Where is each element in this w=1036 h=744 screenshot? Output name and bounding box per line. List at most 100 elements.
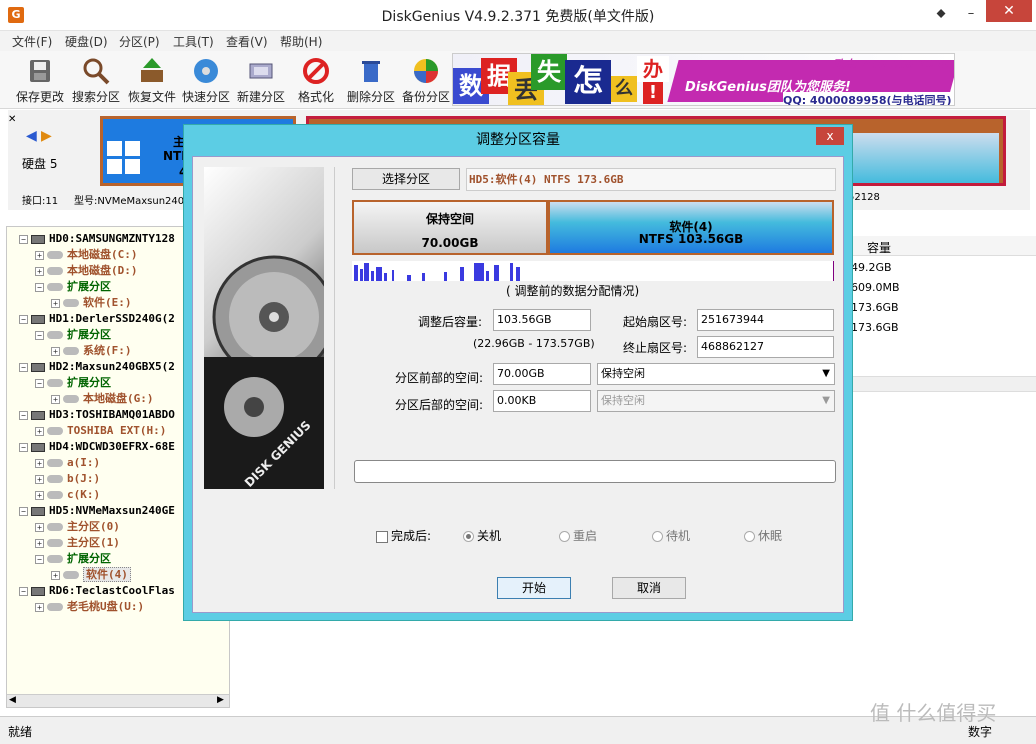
tree-partition-node[interactable]: + b(J:) <box>35 471 100 487</box>
expand-toggle-icon[interactable]: + <box>35 490 44 500</box>
tree-disk-node[interactable]: − HD4:WDCWD30EFRX-68E <box>19 439 175 455</box>
capacity-header[interactable]: 容量 <box>867 239 891 256</box>
tree-partition-node[interactable]: + 软件(4) <box>51 567 131 583</box>
expand-toggle-icon[interactable]: − <box>35 554 44 564</box>
end-sector-input[interactable]: 468862127 <box>697 336 834 358</box>
cancel-button[interactable]: 取消 <box>612 577 686 599</box>
backup-partition-button[interactable]: 备份分区 <box>398 54 454 108</box>
tree-partition-node[interactable]: + 老毛桃U盘(U:) <box>35 599 144 615</box>
tree-partition-node[interactable]: + TOSHIBA EXT(H:) <box>35 423 166 439</box>
scroll-right-icon[interactable]: ▶ <box>217 695 224 705</box>
recover-files-button[interactable]: 恢复文件 <box>124 54 180 108</box>
expand-toggle-icon[interactable]: − <box>19 234 28 244</box>
tree-partition-node[interactable]: − 扩展分区 <box>35 279 111 295</box>
software-partition-segment[interactable]: 软件(4) NTFS 103.56GB <box>548 200 834 255</box>
menu-tools[interactable]: 工具(T) <box>173 33 214 50</box>
expand-toggle-icon[interactable]: − <box>19 506 28 516</box>
tree-disk-node[interactable]: − HD0:SAMSUNGMZNTY128 <box>19 231 175 247</box>
start-sector-input[interactable]: 251673944 <box>697 309 834 331</box>
prev-disk-icon[interactable]: ◀ <box>26 128 37 144</box>
expand-toggle-icon[interactable]: − <box>19 314 28 324</box>
pin-icon[interactable]: ⬥ <box>928 4 954 24</box>
tree-disk-node[interactable]: − HD5:NVMeMaxsun240GE <box>19 503 175 519</box>
tree-partition-node[interactable]: + 本地磁盘(D:) <box>35 263 138 279</box>
tree-node-label: 扩展分区 <box>67 376 111 389</box>
tree-disk-node[interactable]: − HD1:DerlerSSD240G(2 <box>19 311 175 327</box>
delete-partition-button[interactable]: 删除分区 <box>343 54 399 108</box>
expand-toggle-icon[interactable]: + <box>35 426 44 436</box>
expand-toggle-icon[interactable]: − <box>35 330 44 340</box>
space-after-input[interactable]: 0.00KB <box>493 390 591 412</box>
tree-disk-node[interactable]: − RD6:TeclastCoolFlas <box>19 583 175 599</box>
next-disk-icon[interactable]: ▶ <box>41 128 52 144</box>
radio-restart[interactable]: 重启 <box>559 527 597 544</box>
expand-toggle-icon[interactable]: + <box>35 458 44 468</box>
space-after-select[interactable]: 保持空闲 ▼ <box>597 390 835 412</box>
space-before-input[interactable]: 70.00GB <box>493 363 591 385</box>
tree-partition-node[interactable]: − 扩展分区 <box>35 551 111 567</box>
tree-partition-node[interactable]: + a(I:) <box>35 455 100 471</box>
menu-help[interactable]: 帮助(H) <box>280 33 322 50</box>
tree-partition-node[interactable]: − 扩展分区 <box>35 327 111 343</box>
tree-hscrollbar[interactable]: ◀ ▶ <box>7 694 229 707</box>
expand-toggle-icon[interactable]: + <box>35 266 44 276</box>
expand-toggle-icon[interactable]: + <box>35 538 44 548</box>
expand-toggle-icon[interactable]: + <box>51 570 60 580</box>
menu-disk[interactable]: 硬盘(D) <box>65 33 108 50</box>
radio-hibernate[interactable]: 休眠 <box>744 527 782 544</box>
menu-file[interactable]: 文件(F) <box>12 33 52 50</box>
expand-toggle-icon[interactable]: + <box>35 522 44 532</box>
expand-toggle-icon[interactable]: + <box>51 298 60 308</box>
tree-partition-node[interactable]: + 系统(F:) <box>51 343 132 359</box>
expand-toggle-icon[interactable]: + <box>35 474 44 484</box>
radio-standby[interactable]: 待机 <box>652 527 690 544</box>
tree-partition-node[interactable]: + 软件(E:) <box>51 295 132 311</box>
tree-disk-node[interactable]: − HD2:Maxsun240GBX5(2 <box>19 359 175 375</box>
expand-toggle-icon[interactable]: + <box>35 250 44 260</box>
after-done-option[interactable]: 完成后: <box>376 527 431 544</box>
new-size-input[interactable]: 103.56GB <box>493 309 591 331</box>
expand-toggle-icon[interactable]: − <box>19 362 28 372</box>
collapse-icon[interactable]: ✕ <box>8 114 16 125</box>
select-partition-button[interactable]: 选择分区 <box>352 168 460 190</box>
banner-phone: 致电: 400-008-9958 <box>833 58 949 71</box>
radio-shutdown[interactable]: 关机 <box>463 527 501 544</box>
windows-logo-icon <box>107 141 140 174</box>
menu-view[interactable]: 查看(V) <box>226 33 268 50</box>
dialog-close-button[interactable]: x <box>816 127 844 145</box>
space-before-label: 分区前部的空间: <box>395 371 484 385</box>
search-partition-button[interactable]: 搜索分区 <box>68 54 124 108</box>
expand-toggle-icon[interactable]: − <box>19 442 28 452</box>
scroll-left-icon[interactable]: ◀ <box>9 695 16 705</box>
free-space-segment[interactable]: 保持空间 70.00GB <box>352 200 548 255</box>
tree-partition-node[interactable]: + 主分区(0) <box>35 519 120 535</box>
space-before-select[interactable]: 保持空闲 ▼ <box>597 363 835 385</box>
close-button[interactable]: ✕ <box>986 0 1032 22</box>
tree-partition-node[interactable]: + 本地磁盘(C:) <box>35 247 138 263</box>
format-button[interactable]: 格式化 <box>288 54 344 108</box>
expand-toggle-icon[interactable]: + <box>35 602 44 612</box>
expand-toggle-icon[interactable]: − <box>35 282 44 292</box>
tree-partition-node[interactable]: + 本地磁盘(G:) <box>51 391 154 407</box>
tree-partition-node[interactable]: + 主分区(1) <box>35 535 120 551</box>
after-done-checkbox[interactable] <box>376 530 388 543</box>
expand-toggle-icon[interactable]: − <box>19 410 28 420</box>
tree-disk-node[interactable]: − HD3:TOSHIBAMQ01ABDO <box>19 407 175 423</box>
after-done-label: 完成后: <box>391 529 432 543</box>
expand-toggle-icon[interactable]: + <box>51 394 60 404</box>
start-button[interactable]: 开始 <box>497 577 571 599</box>
tree-partition-node[interactable]: + c(K:) <box>35 487 100 503</box>
partition-info-field: HD5:软件(4) NTFS 173.6GB <box>466 168 836 191</box>
radio-hibernate-label: 休眠 <box>758 529 783 543</box>
expand-toggle-icon[interactable]: + <box>51 346 60 356</box>
minimize-button[interactable]: – <box>958 4 984 24</box>
tree-partition-node[interactable]: − 扩展分区 <box>35 375 111 391</box>
menu-partition[interactable]: 分区(P) <box>119 33 160 50</box>
expand-toggle-icon[interactable]: − <box>35 378 44 388</box>
save-changes-button[interactable]: 保存更改 <box>12 54 68 108</box>
quick-partition-button[interactable]: 快速分区 <box>178 54 234 108</box>
new-partition-button[interactable]: 新建分区 <box>233 54 289 108</box>
start-sector-label: 起始扇区号: <box>623 315 688 329</box>
expand-toggle-icon[interactable]: − <box>19 586 28 596</box>
promo-banner[interactable]: 数 据 丢 失 怎 么 办 ! DiskGenius团队为您服务! 致电: 40… <box>452 53 955 106</box>
